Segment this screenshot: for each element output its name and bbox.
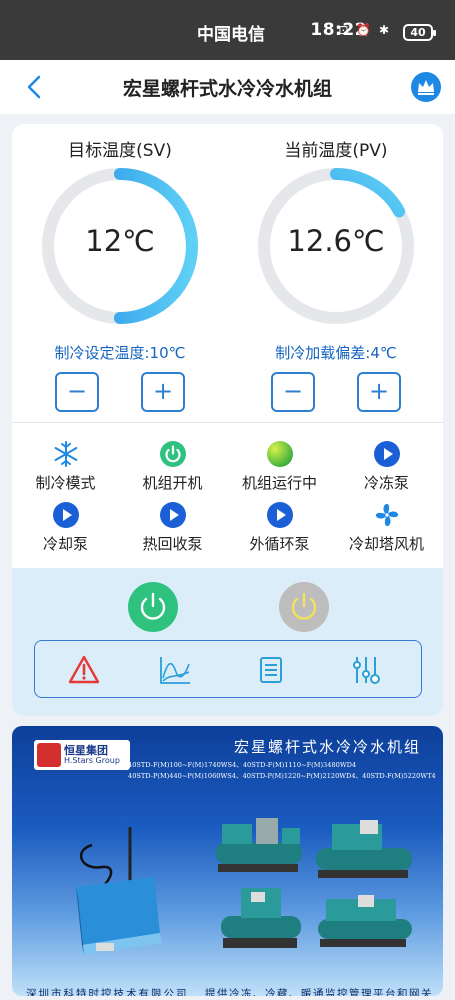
alarm-button[interactable] xyxy=(67,654,101,686)
divider xyxy=(12,422,443,423)
toolbar xyxy=(34,640,422,698)
status-bar: 中国电信 18:22 ⊡ ⏰ ✱ 40 xyxy=(0,0,455,60)
status-icons: ⊡ ⏰ ✱ xyxy=(338,23,391,37)
chiller-unit-image xyxy=(316,820,412,878)
company-slogan: 提供冷冻、冷藏、暖通监控管理平台和网关 xyxy=(205,988,433,996)
trend-chart-icon xyxy=(160,657,190,684)
carrier-label: 中国电信 xyxy=(197,25,265,45)
chiller-unit-image xyxy=(216,818,302,872)
chiller-unit-image xyxy=(221,888,301,948)
current-temp-label: 当前温度(PV) xyxy=(284,141,388,161)
alarm-warning-icon xyxy=(68,655,100,684)
target-temp-gauge: 目标温度(SV) 12℃ 制冷设定温度:10℃ − + xyxy=(12,124,228,424)
status-cooling-mode: 制冷模式 xyxy=(12,440,119,500)
status-chilled-pump: 冷冻泵 xyxy=(333,440,440,500)
play-icon xyxy=(53,502,79,528)
power-on-icon xyxy=(160,441,186,467)
list-icon xyxy=(260,657,282,683)
status-label: 冷却塔风机 xyxy=(348,535,424,553)
settings-sliders-icon xyxy=(353,657,380,684)
control-panel xyxy=(12,568,443,716)
model-line: 40STD-P(M)440~P(M)1060WS4、40STD-P(M)1220… xyxy=(128,772,436,780)
status-label: 冷冻泵 xyxy=(363,474,409,492)
status-unit-running: 机组运行中 xyxy=(226,440,333,500)
status-tower-fan: 冷却塔风机 xyxy=(333,501,440,561)
power-icon xyxy=(140,592,166,620)
setpoint-decrease-button[interactable]: − xyxy=(55,372,99,412)
model-list: 40STD-F(M)100~F(M)1740WS4、40STD-F(M)1110… xyxy=(128,760,438,782)
play-icon xyxy=(160,502,186,528)
deviation-decrease-button[interactable]: − xyxy=(271,372,315,412)
deviation-increase-button[interactable]: + xyxy=(357,372,401,412)
status-external-pump: 外循环泵 xyxy=(226,501,333,561)
snowflake-icon xyxy=(54,441,78,467)
status-cooling-pump: 冷却泵 xyxy=(12,501,119,561)
running-indicator-icon xyxy=(267,441,293,467)
play-icon xyxy=(374,441,400,467)
crown-icon xyxy=(418,80,434,95)
control-card: 目标温度(SV) 12℃ 制冷设定温度:10℃ − + 当前温度(PV) 12.… xyxy=(12,124,443,716)
logo-en: H.Stars Group xyxy=(64,756,120,765)
page-title: 宏星螺杆式水冷冷水机组 xyxy=(122,78,332,100)
company-name: 深圳市科特时控技术有限公司 xyxy=(26,988,189,996)
play-icon xyxy=(267,502,293,528)
vip-button[interactable] xyxy=(411,72,441,102)
current-temp-gauge: 当前温度(PV) 12.6℃ 制冷加载偏差:4℃ − + xyxy=(228,124,443,424)
parameters-button[interactable] xyxy=(349,654,383,686)
target-temp-value: 12℃ xyxy=(85,224,155,258)
battery-icon: 40 xyxy=(403,24,436,41)
power-on-button[interactable] xyxy=(128,582,178,632)
company-logo: 恒星集团 H.Stars Group xyxy=(34,740,130,770)
cooling-setpoint-text: 制冷设定温度:10℃ xyxy=(54,344,186,362)
current-temp-value: 12.6℃ xyxy=(287,224,385,258)
power-icon xyxy=(291,592,317,620)
model-line: 40STD-F(M)100~F(M)1740WS4、40STD-F(M)1110… xyxy=(128,761,357,769)
target-temp-label: 目标温度(SV) xyxy=(68,141,172,161)
nav-bar: 宏星螺杆式水冷冷水机组 xyxy=(0,60,455,114)
gateway-device-image xyxy=(76,827,162,955)
power-off-button[interactable] xyxy=(279,582,329,632)
status-unit-on: 机组开机 xyxy=(119,440,226,500)
chiller-unit-image xyxy=(318,895,412,947)
product-banner[interactable]: 恒星集团 H.Stars Group 宏星螺杆式水冷冷水机组 40STD-F(M… xyxy=(12,726,443,996)
load-deviation-text: 制冷加载偏差:4℃ xyxy=(275,344,397,362)
records-button[interactable] xyxy=(254,654,288,686)
setpoint-increase-button[interactable]: + xyxy=(141,372,185,412)
banner-title: 宏星螺杆式水冷冷水机组 xyxy=(233,738,421,756)
status-heat-recovery-pump: 热回收泵 xyxy=(119,501,226,561)
fan-icon xyxy=(375,503,399,527)
trend-button[interactable] xyxy=(158,654,192,686)
